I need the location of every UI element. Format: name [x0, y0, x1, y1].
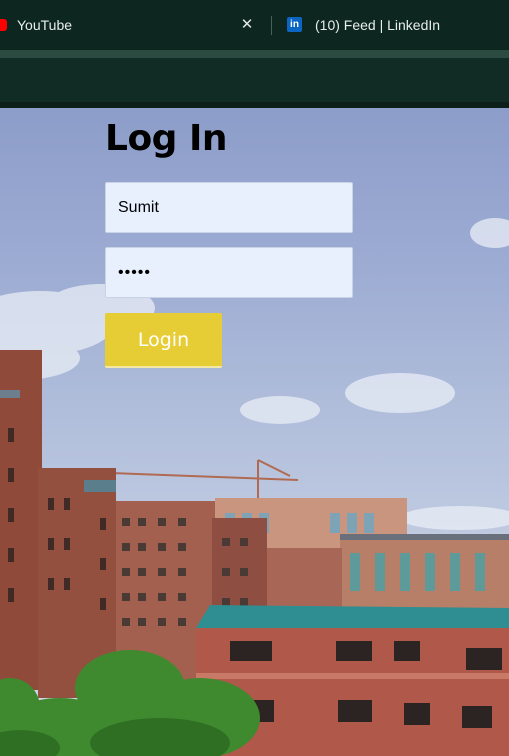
tab-strip-divider [0, 50, 509, 58]
tab-youtube[interactable]: YouTube ✕ [0, 0, 268, 50]
linkedin-icon: in [287, 17, 302, 32]
close-icon[interactable]: ✕ [238, 14, 256, 34]
tab-linkedin[interactable]: in (10) Feed | LinkedIn [284, 0, 509, 50]
login-button[interactable]: Login [105, 313, 222, 368]
password-input[interactable] [105, 247, 353, 298]
login-heading: Log In [105, 118, 228, 159]
username-input[interactable] [105, 182, 353, 233]
browser-toolbar [0, 58, 509, 102]
tab-youtube-title: YouTube [17, 17, 73, 33]
youtube-icon [0, 19, 7, 31]
login-page: Log In Login [0, 108, 509, 756]
browser-tab-bar: YouTube ✕ in (10) Feed | LinkedIn [0, 0, 509, 50]
tab-separator [271, 16, 272, 35]
tab-linkedin-title: (10) Feed | LinkedIn [315, 17, 441, 33]
